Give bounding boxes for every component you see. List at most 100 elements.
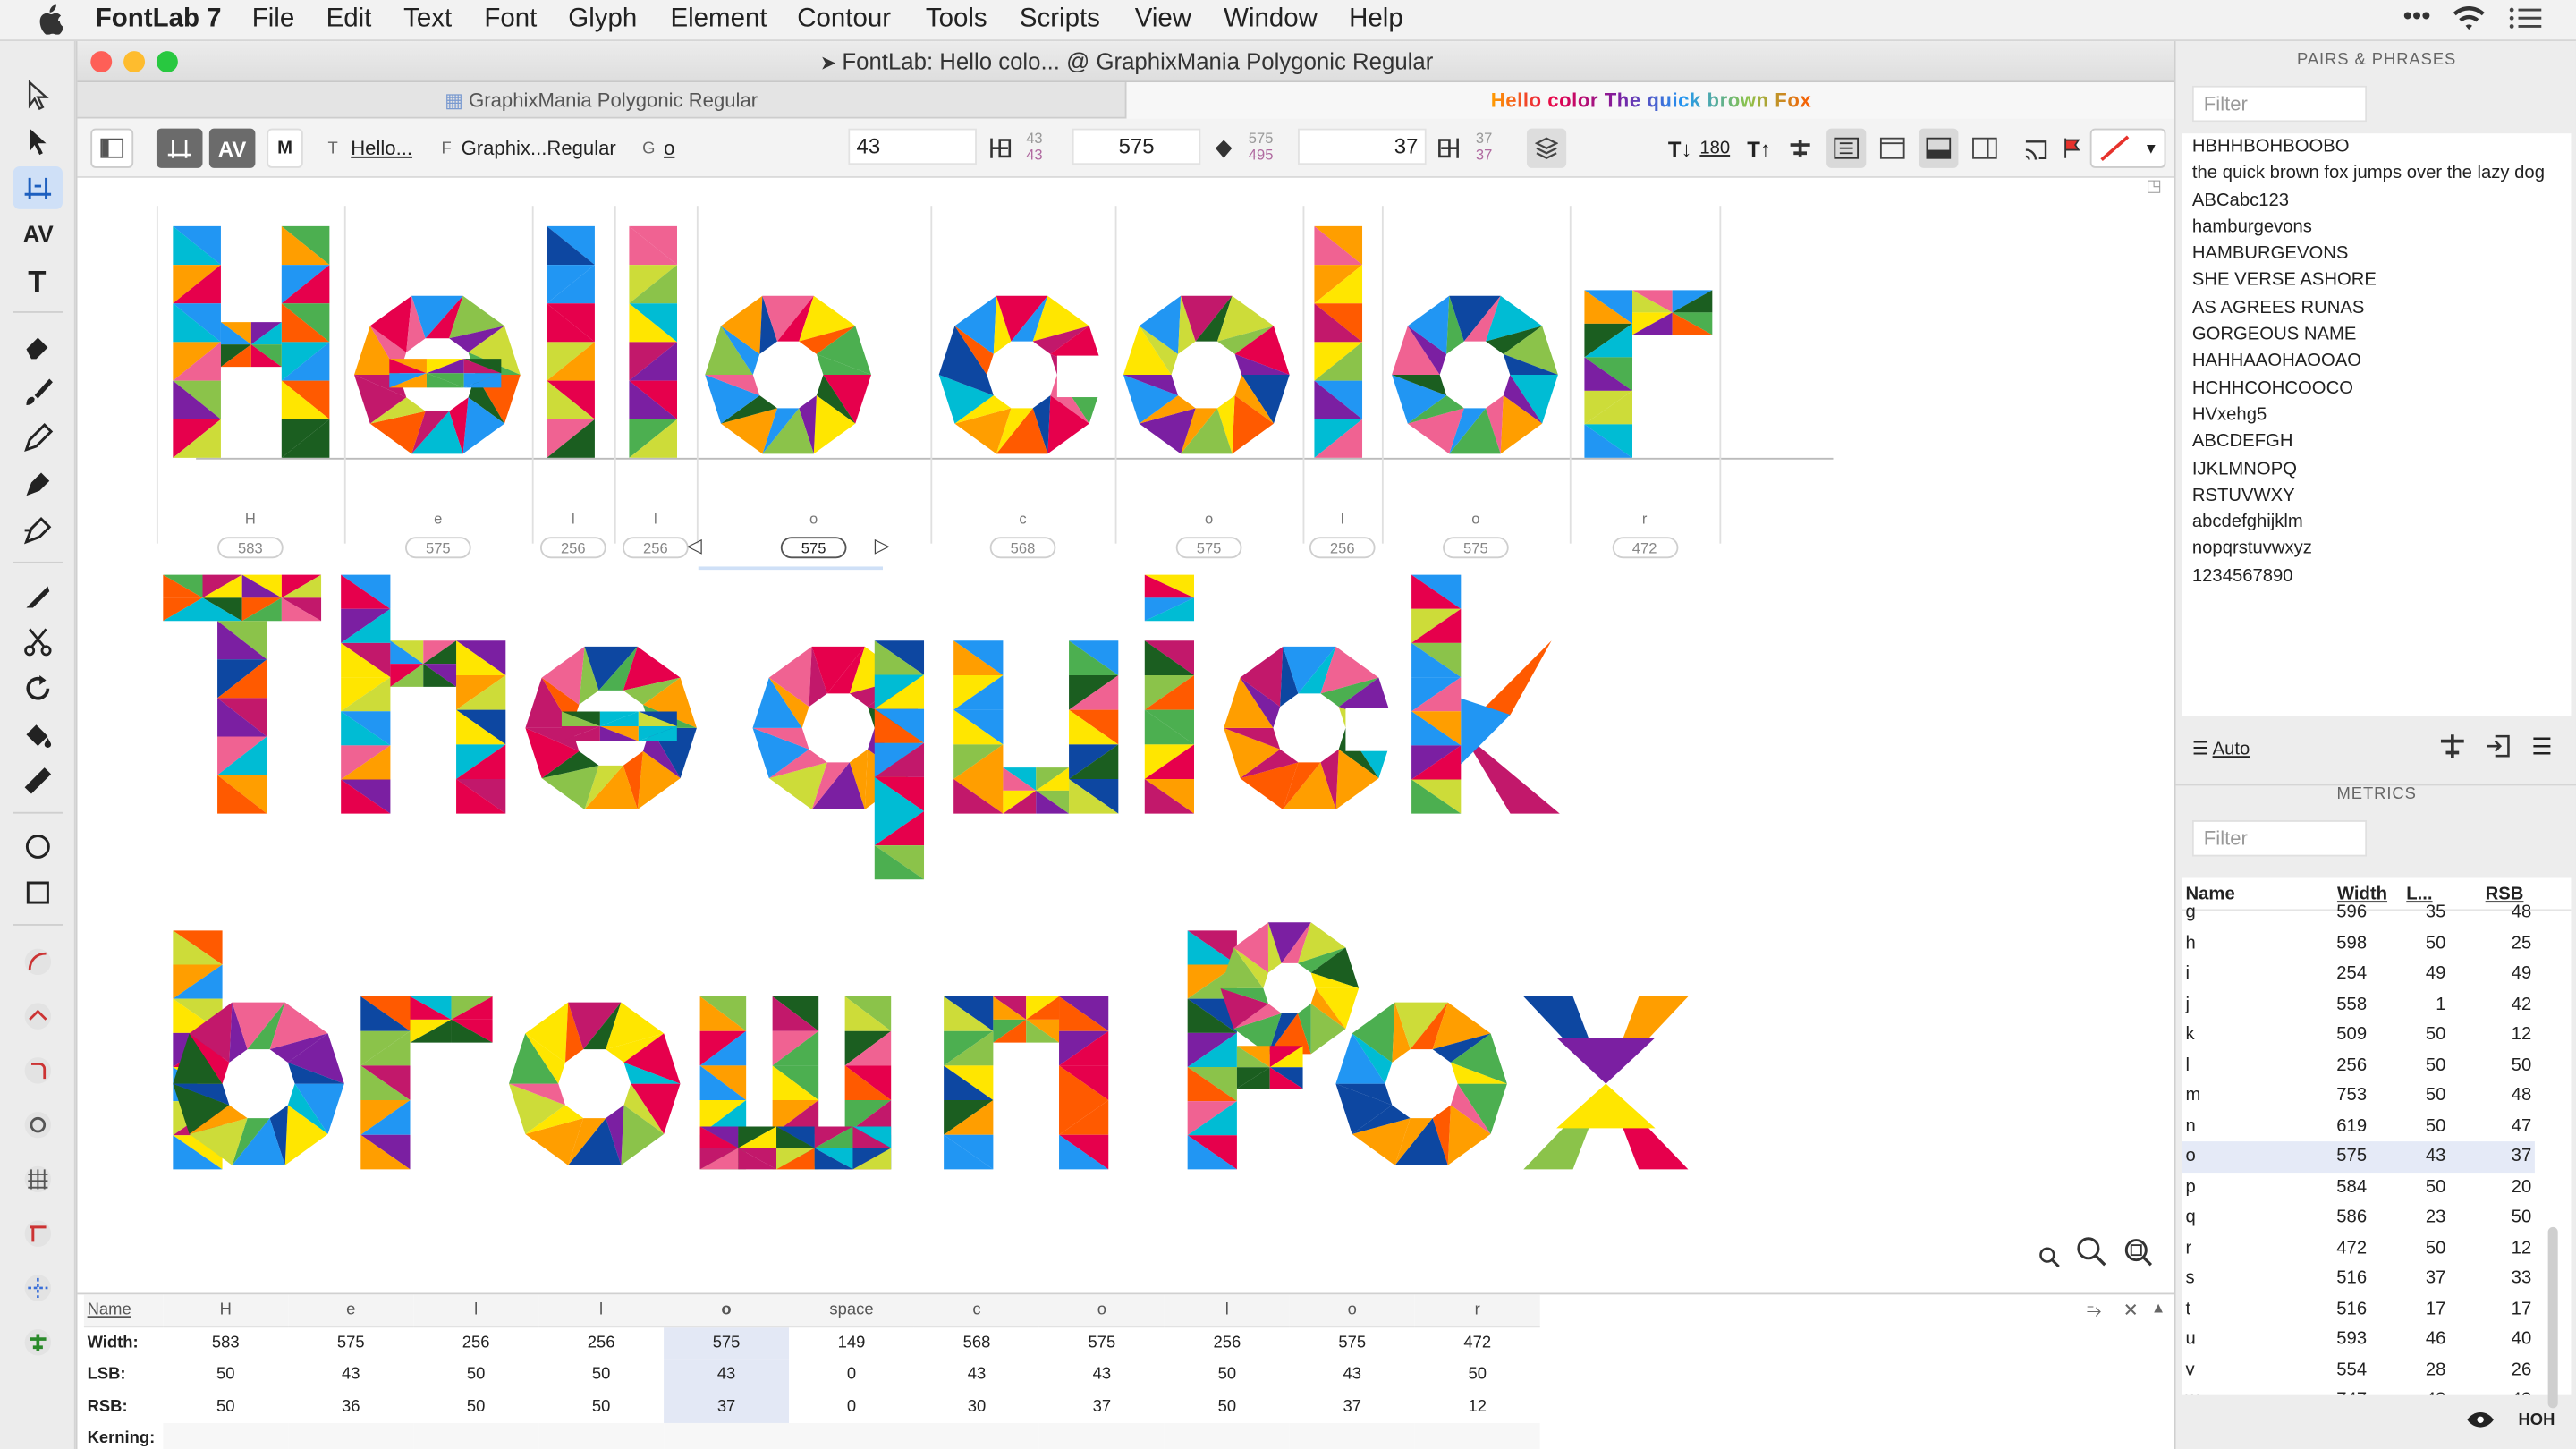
metrics-table-cell[interactable]: 36 [288,1391,413,1423]
metrics-table-cell[interactable]: 0 [789,1391,914,1423]
text-direction-icon[interactable]: T↓ [1666,129,1692,168]
close-window-button[interactable] [90,51,113,73]
wrap-icon[interactable]: ⥱ [2087,1301,2101,1323]
hints-tool-icon[interactable] [13,1267,63,1309]
metrics-table-cell[interactable]: 256 [1165,1326,1290,1359]
right-sidebearing-handle-icon[interactable]: ▷ [875,534,890,557]
corner-tool-icon[interactable] [13,1049,63,1092]
metrics-table-cell[interactable]: 575 [664,1326,790,1360]
mark-mode-icon[interactable]: M [267,128,303,168]
metrics-table-cell[interactable] [163,1422,289,1449]
metrics-table-cell[interactable]: space [789,1294,914,1328]
pairs-list-item[interactable]: AS AGREES RUNAS [2182,294,2572,321]
metrics-table-cell[interactable]: 50 [538,1391,664,1423]
metrics-table-cell[interactable] [913,1422,1039,1449]
metrics-table-cell[interactable]: 37 [664,1391,790,1423]
metrics-scrollbar[interactable] [2547,1226,2558,1409]
pairs-list-item[interactable]: GORGEOUS NAME [2182,321,2572,348]
metrics-table-cell[interactable] [1164,1422,1290,1449]
glyph-width-badge[interactable]: 575 [1175,537,1242,559]
pairs-list-item[interactable]: ABCDEFGH [2182,428,2572,455]
metrics-table-cell[interactable]: 43 [664,1359,790,1392]
metrics-table-cell[interactable] [288,1422,414,1449]
contour-select-tool-icon[interactable] [13,74,63,117]
metrics-table-cell[interactable]: 43 [1039,1359,1165,1391]
metrics-table-cell[interactable]: 575 [1039,1326,1165,1359]
metrics-table-cell[interactable]: 50 [1165,1391,1290,1423]
metrics-filter-input[interactable]: Filter [2191,820,2368,857]
pairs-list-item[interactable]: the quick brown fox jumps over the lazy … [2182,160,2572,187]
pairs-list-item[interactable]: nopqrstuvwxyz [2182,536,2572,563]
apple-menu-icon[interactable] [37,4,64,43]
scissors-tool-icon[interactable] [13,621,63,664]
metrics-row[interactable]: t 516 17 17 [2182,1293,2535,1324]
metrics-table-cell[interactable]: 30 [914,1391,1039,1423]
glyph-width-badge[interactable]: 575 [1443,537,1509,559]
metrics-table-cell[interactable]: 43 [914,1359,1039,1391]
rapid-tool-icon[interactable] [13,509,63,552]
angle-field[interactable]: 180 [1699,129,1730,168]
metrics-row[interactable]: k 509 50 12 [2182,1020,2535,1050]
rsb-field[interactable]: 37 [1298,128,1427,165]
metrics-row[interactable]: h 598 50 25 [2182,928,2535,959]
corner-resize-icon[interactable]: ◳ [2146,178,2161,196]
metrics-table-cell[interactable]: o [664,1294,790,1328]
zoom-in-icon[interactable] [2077,1237,2106,1275]
menu-element[interactable]: Element [670,5,767,35]
menu-view[interactable]: View [1135,5,1191,35]
metrics-row[interactable]: g 596 35 48 [2182,898,2535,928]
metrics-table-cell[interactable]: 0 [789,1359,914,1391]
metrics-table-cell[interactable]: 575 [288,1326,413,1359]
menu-tools[interactable]: Tools [926,5,987,35]
metrics-table-cell[interactable]: l [413,1294,539,1328]
pairs-list-item[interactable]: RSTUVWXY [2182,482,2572,509]
pairs-list-item[interactable]: HAMBURGEVONS [2182,241,2572,267]
glyph-width-badge[interactable]: 568 [989,537,1056,559]
pairs-list-item[interactable]: 1234567890 [2182,563,2572,589]
pairs-filter-input[interactable]: Filter [2191,85,2368,123]
metrics-table-cell[interactable]: 575 [1290,1326,1415,1359]
zoom-window-button[interactable] [156,51,178,73]
menu-window[interactable]: Window [1224,5,1318,35]
flag-icon[interactable] [2061,129,2084,168]
metrics-row[interactable]: p 584 50 20 [2182,1172,2535,1202]
metrics-row[interactable]: j 558 1 42 [2182,989,2535,1020]
eye-icon[interactable] [2466,1408,2496,1437]
pairs-list-item[interactable]: abcdefghijklm [2182,509,2572,536]
pairs-list-item[interactable]: hamburgevons [2182,214,2572,241]
metrics-table-cell[interactable]: 50 [413,1359,538,1391]
metrics-table-cell[interactable] [538,1422,665,1449]
control-center-icon[interactable] [2507,4,2544,41]
glyph-canvas[interactable]: H 583 e 575 l 256 l 256 o 575 c 568 o 575 l 256 o 575 r 472… [77,177,2176,1315]
metrics-tool-icon[interactable] [13,165,63,209]
metrics-table-cell[interactable]: o [1289,1294,1415,1328]
metrics-row[interactable]: s 516 37 33 [2182,1263,2535,1293]
pen-tool-icon[interactable] [13,462,63,505]
metrics-row[interactable]: u 593 46 40 [2182,1324,2535,1354]
zoom-out-icon[interactable] [2038,1245,2061,1276]
close-table-icon[interactable]: ✕ [2123,1300,2139,1321]
kerning-mode-icon[interactable]: AV [208,128,256,168]
wifi-icon[interactable] [2451,4,2487,41]
metrics-table-cell[interactable]: l [538,1294,665,1328]
glyph-width-badge[interactable]: 256 [539,537,606,559]
insert-icon[interactable] [2486,733,2512,767]
spiral-tool-icon[interactable] [13,1104,63,1147]
metrics-table-cell[interactable]: 37 [1290,1391,1415,1423]
metrics-table-cell[interactable]: r [1414,1294,1540,1328]
metrics-row[interactable]: r 472 50 12 [2182,1233,2535,1263]
metrics-table-cell[interactable]: 50 [163,1359,288,1391]
text-tool-icon[interactable]: T [13,258,63,301]
metrics-row[interactable]: o 575 43 37 [2182,1141,2535,1173]
metrics-table-icon[interactable] [1919,128,1959,168]
pairs-list-item[interactable]: IJKLMNOPQ [2182,455,2572,482]
pairs-list-item[interactable]: ABCabc123 [2182,187,2572,214]
metrics-table-cell[interactable]: 50 [538,1359,664,1391]
glyph-width-badge[interactable]: 256 [623,537,689,559]
metrics-row[interactable]: i 254 49 49 [2182,959,2535,989]
menu-contour[interactable]: Contour [797,5,891,35]
metrics-row[interactable]: w 747 48 43 [2182,1385,2535,1395]
menu-app-name[interactable]: FontLab 7 [96,5,222,35]
metrics-mode-icon[interactable] [156,128,203,168]
left-sidebearing-handle-icon[interactable]: ◁ [687,534,702,557]
